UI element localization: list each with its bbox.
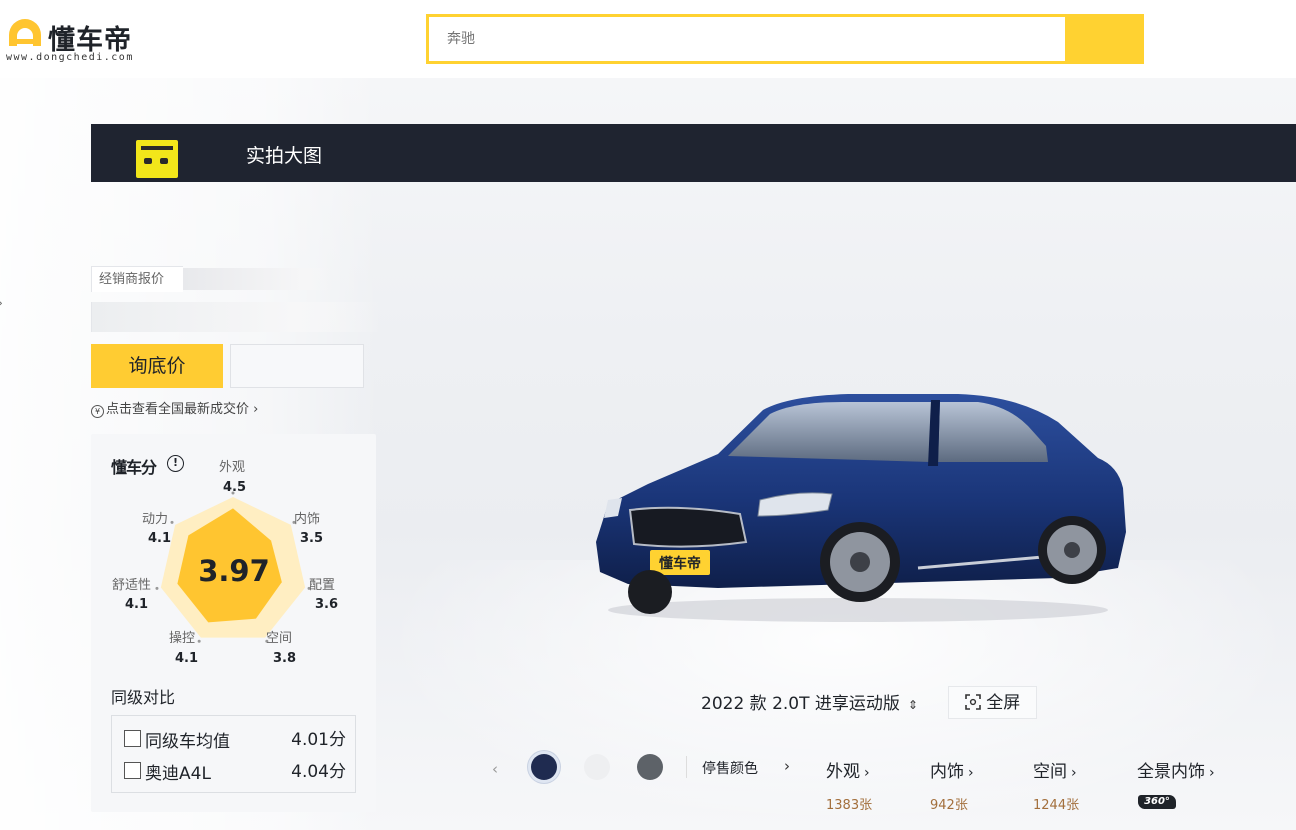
plate-logo-text: 懂车帝 <box>659 555 701 572</box>
compare-row-audi[interactable]: 奥迪A4L 4.04分 <box>124 757 346 784</box>
guide-price-value <box>91 302 381 332</box>
search-button[interactable] <box>1065 17 1141 61</box>
fullscreen-label: 全屏 <box>986 693 1021 713</box>
dim-value-interior: 3.5 <box>300 531 324 546</box>
site-logo[interactable]: 懂车帝 www.dongchedi.com <box>4 14 154 64</box>
version-label: 2022 款 2.0T 进享运动版 <box>701 694 900 714</box>
dim-value-config: 3.6 <box>315 597 339 612</box>
dealer-price-value <box>183 268 333 290</box>
category-label: 全景内饰 <box>1137 762 1205 782</box>
category-panorama-interior[interactable]: 全景内饰 › <box>1137 757 1215 782</box>
search-input[interactable] <box>429 17 1065 61</box>
dim-label-config: 配置 <box>309 578 336 593</box>
compare-checkbox[interactable] <box>124 730 141 747</box>
category-interior[interactable]: 内饰 › 942张 <box>930 757 974 813</box>
overall-score: 3.97 <box>198 554 270 588</box>
search-bar <box>426 14 1144 64</box>
chevron-left-icon[interactable]: ‹ <box>492 760 498 778</box>
panorama-360-icon: 360° <box>1138 795 1176 809</box>
compare-checkbox[interactable] <box>124 762 141 779</box>
header: 懂车帝 www.dongchedi.com <box>0 0 1296 78</box>
fullscreen-icon <box>964 694 981 710</box>
score-card: 懂车分 ! 外观 4.5 内饰 3.5 配置 3.6 空间 3.8 操控 4.1… <box>91 434 376 812</box>
chevron-right-icon: › <box>1071 765 1077 781</box>
photo-count: 1244张 <box>1033 798 1080 813</box>
latest-deal-price-link[interactable]: ¥ 点击查看全国最新成交价 › <box>91 398 258 418</box>
compare-name: 同级车均值 <box>145 732 230 752</box>
sort-updown-icon: ⇕ <box>907 698 918 712</box>
radar-axis-dot <box>170 520 174 524</box>
logo-mark-icon <box>9 19 41 46</box>
chevron-right-icon[interactable]: › <box>784 757 790 775</box>
compare-score: 4.01分 <box>291 730 346 750</box>
photo-count: 942张 <box>930 798 968 813</box>
category-label: 空间 <box>1033 762 1067 782</box>
compare-name: 奥迪A4L <box>145 764 211 784</box>
deal-link-text: 点击查看全国最新成交价 › <box>106 402 259 417</box>
divider <box>686 756 687 778</box>
car-image[interactable]: 懂车帝 <box>588 392 1128 622</box>
coin-icon: ¥ <box>91 405 104 418</box>
fullscreen-button[interactable]: 全屏 <box>948 686 1037 719</box>
compare-box: 同级车均值 4.01分 奥迪A4L 4.04分 <box>111 715 356 793</box>
dim-label-handling: 操控 <box>169 631 196 646</box>
dim-label-space: 空间 <box>266 631 293 646</box>
color-swatch-blue[interactable] <box>531 754 557 780</box>
dim-value-space: 3.8 <box>273 651 297 666</box>
dim-value-exterior: 4.5 <box>223 480 247 495</box>
ask-price-button[interactable]: 询底价 <box>91 344 223 388</box>
color-swatch-grey[interactable] <box>637 754 663 780</box>
dim-label-exterior: 外观 <box>219 460 246 475</box>
compare-score: 4.04分 <box>291 762 346 782</box>
gallery-nav-bar: 实拍大图 <box>91 124 1296 182</box>
chevron-right-icon: › <box>864 765 870 781</box>
discontinued-colors-link[interactable]: 停售颜色 <box>702 758 758 778</box>
logo-url: www.dongchedi.com <box>6 52 134 63</box>
category-label: 内饰 <box>930 762 964 782</box>
chevron-right-icon[interactable]: › <box>0 296 3 310</box>
version-selector[interactable]: 2022 款 2.0T 进享运动版 ⇕ <box>701 689 918 714</box>
dim-value-handling: 4.1 <box>175 651 199 666</box>
dim-label-interior: 内饰 <box>294 512 321 527</box>
category-label: 外观 <box>826 762 860 782</box>
secondary-button[interactable] <box>230 344 364 388</box>
dim-label-power: 动力 <box>142 512 169 527</box>
gallery-title: 实拍大图 <box>246 145 323 167</box>
radar-axis-dot <box>197 639 201 643</box>
car-thumbnail[interactable] <box>136 140 178 178</box>
radar-axis-dot <box>155 586 159 590</box>
dealer-price-label: 经销商报价 <box>91 266 183 292</box>
dim-value-power: 4.1 <box>148 531 172 546</box>
photo-count: 1383张 <box>826 798 873 813</box>
dim-value-comfort: 4.1 <box>125 597 149 612</box>
dim-label-comfort: 舒适性 <box>112 578 152 593</box>
category-space[interactable]: 空间 › 1244张 <box>1033 757 1079 813</box>
compare-row-average[interactable]: 同级车均值 4.01分 <box>124 725 346 752</box>
chevron-right-icon: › <box>1209 765 1215 781</box>
category-exterior[interactable]: 外观 › 1383张 <box>826 757 872 813</box>
chevron-right-icon: › <box>968 765 974 781</box>
color-swatch-white[interactable] <box>584 754 610 780</box>
compare-title: 同级对比 <box>111 688 176 707</box>
dealer-price-box: 经销商报价 <box>91 266 381 334</box>
